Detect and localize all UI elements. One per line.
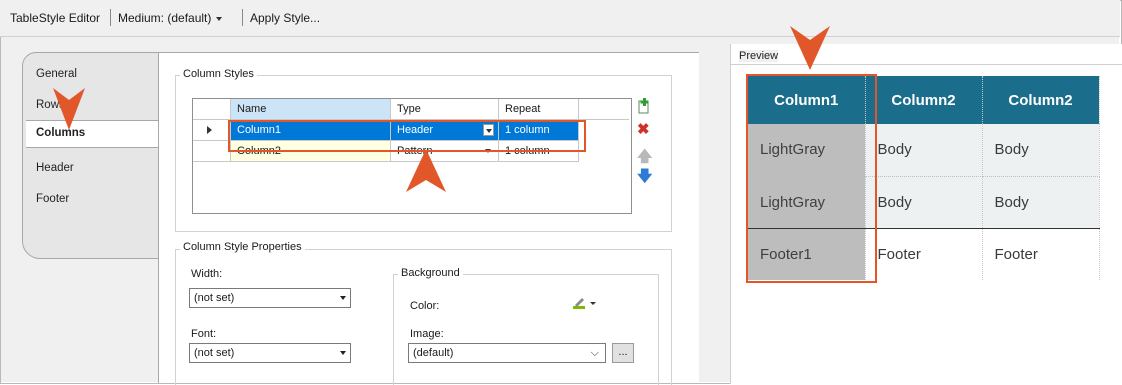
- image-label: Image:: [410, 328, 444, 340]
- tab-header[interactable]: Header: [36, 162, 74, 174]
- width-label: Width:: [191, 268, 223, 280]
- preview-body-cell: Body: [982, 124, 1100, 177]
- grid-header-repeat[interactable]: Repeat: [499, 99, 579, 120]
- current-row-icon: [207, 126, 212, 134]
- preview-header-cell: Column2: [865, 76, 983, 124]
- image-select[interactable]: (default) ⌵: [408, 343, 606, 363]
- preview-body-cell: Body: [982, 176, 1100, 229]
- paint-icon: [573, 298, 596, 309]
- grid-corner: [193, 99, 231, 120]
- toolbar-separator: [110, 9, 111, 26]
- preview-footer-cell: Footer: [982, 227, 1100, 280]
- tab-columns[interactable]: Columns: [26, 120, 160, 148]
- font-label: Font:: [191, 328, 217, 340]
- column-styles-label: Column Styles: [180, 68, 257, 80]
- callout-arrow-icon: [406, 149, 446, 192]
- medium-dropdown-label: Medium: (default): [118, 11, 212, 25]
- background-label: Background: [398, 267, 463, 279]
- width-select[interactable]: (not set): [189, 288, 351, 308]
- callout-arrow-icon: [53, 88, 85, 130]
- tab-footer[interactable]: Footer: [36, 193, 69, 205]
- color-label: Color:: [410, 300, 440, 312]
- chevron-down-icon: [340, 296, 346, 300]
- preview-body-cell: Body: [865, 124, 983, 177]
- callout-arrow-icon: [790, 26, 830, 70]
- medium-dropdown[interactable]: Medium: (default): [118, 11, 223, 25]
- width-value: (not set): [194, 292, 235, 304]
- row-selector[interactable]: [193, 120, 231, 141]
- column-highlight-box: [746, 74, 877, 283]
- properties-label: Column Style Properties: [180, 241, 305, 253]
- browse-image-button[interactable]: ...: [612, 343, 634, 363]
- tab-general[interactable]: General: [36, 68, 77, 80]
- add-icon[interactable]: [637, 98, 651, 117]
- delete-icon[interactable]: ✖: [637, 120, 650, 138]
- editor-title: TableStyle Editor: [10, 11, 101, 25]
- row-selector[interactable]: [193, 141, 231, 162]
- preview-header-cell: Column2: [982, 76, 1100, 124]
- font-select[interactable]: (not set): [189, 343, 351, 363]
- grid-header-type[interactable]: Type: [391, 99, 499, 120]
- chevron-down-icon: [340, 351, 346, 355]
- preview-label: Preview: [739, 50, 779, 62]
- chevron-down-icon: [216, 16, 223, 21]
- font-value: (not set): [194, 347, 235, 359]
- toolbar-separator: [242, 9, 243, 26]
- grid-header-empty: [579, 99, 629, 120]
- color-picker-button[interactable]: [572, 296, 598, 313]
- chevron-down-icon: ⌵: [590, 347, 599, 359]
- move-down-icon[interactable]: 🡇: [637, 166, 652, 191]
- toolbar: TableStyle Editor Medium: (default) Appl…: [0, 0, 1120, 37]
- preview-body-cell: Body: [865, 176, 983, 229]
- preview-footer-cell: Footer: [865, 227, 983, 280]
- grid-header-name[interactable]: Name: [231, 99, 391, 120]
- image-value: (default): [413, 347, 454, 359]
- apply-style-button[interactable]: Apply Style...: [250, 11, 320, 25]
- tab-strip: [22, 52, 160, 259]
